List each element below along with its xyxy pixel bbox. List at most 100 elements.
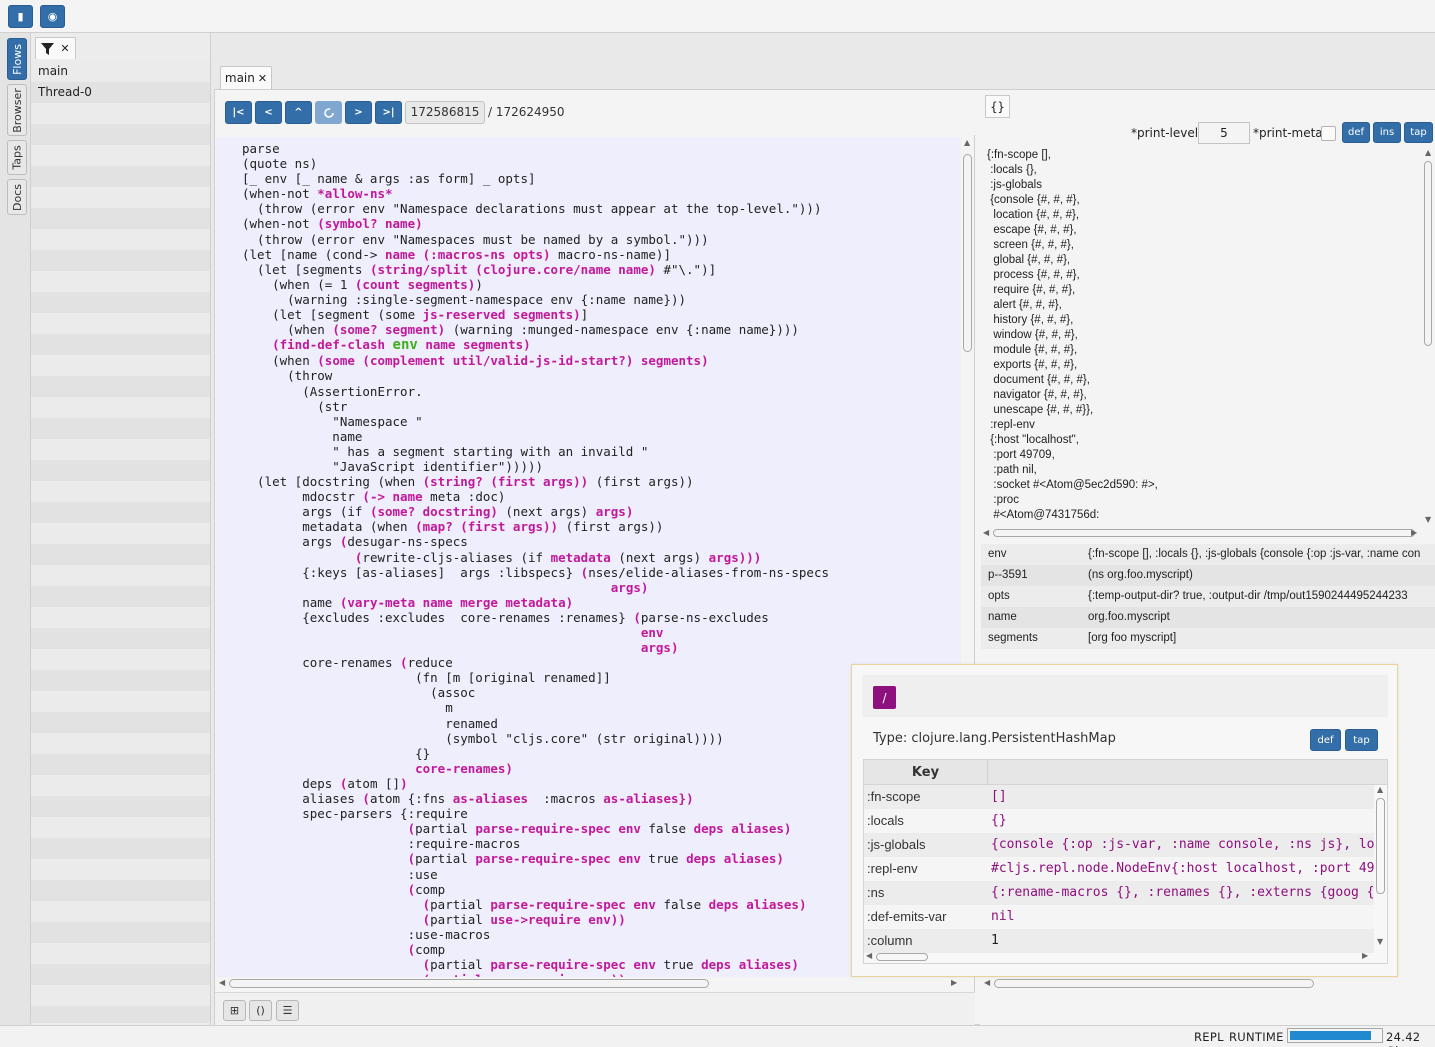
value-line: unescape {#, #, #}}, (987, 404, 1094, 416)
row-value[interactable]: [] (991, 785, 1007, 809)
code-token[interactable]: (some (complement util/valid-js-id-start… (317, 353, 708, 368)
code-token[interactable]: env (641, 625, 664, 640)
code-token[interactable]: (vary-meta name merge metadata) (340, 595, 573, 610)
local-row[interactable]: p--3591 (ns org.foo.myscript) (981, 565, 1435, 586)
code-token[interactable]: (symbol? name) (317, 216, 422, 231)
step-out-button[interactable]: ^ (285, 101, 312, 124)
code-token[interactable]: metadata (551, 550, 611, 565)
prev-step-button[interactable]: < (255, 101, 282, 124)
code-token[interactable]: ( (408, 942, 416, 957)
def-button[interactable]: def (1342, 122, 1370, 143)
row-value[interactable]: {console {:op :js-var, :name console, :n… (991, 833, 1374, 857)
code-horizontal-scrollbar[interactable]: ◀ ▶ (216, 977, 961, 990)
tab-flows[interactable]: Flows (7, 38, 27, 80)
close-icon[interactable]: ✕ (60, 42, 69, 55)
row-value[interactable]: {} (991, 809, 1007, 833)
code-token[interactable]: deps aliases) (686, 851, 784, 866)
print-level-input[interactable]: 5 (1198, 122, 1250, 144)
local-row[interactable]: segments [org foo myscript] (981, 628, 1435, 649)
code-token[interactable]: args) (596, 504, 634, 519)
breadcrumb-root-button[interactable]: / (873, 686, 896, 709)
local-row[interactable]: name org.foo.myscript (981, 607, 1435, 628)
map-vertical-scrollbar[interactable]: ▲ ▼ (1374, 785, 1387, 950)
code-token[interactable]: parse-require-spec env (490, 897, 656, 912)
code-token[interactable]: (map? (first args)) (415, 519, 558, 534)
code-token[interactable]: args) (611, 580, 649, 595)
print-meta-checkbox[interactable] (1321, 126, 1336, 141)
table-row[interactable]: :def-emits-var nil (864, 905, 1374, 929)
list-icon[interactable]: ☰ (276, 1000, 299, 1021)
code-token[interactable]: deps aliases) (701, 957, 799, 972)
code-token[interactable]: ( (633, 610, 641, 625)
code-token[interactable]: (-> name (362, 489, 422, 504)
code-token[interactable]: (some? segment) (332, 322, 445, 337)
locals-horizontal-scrollbar[interactable]: ◀ (981, 977, 1435, 990)
code-token[interactable]: ( (408, 882, 416, 897)
tab-docs[interactable]: Docs (7, 179, 27, 215)
code-token[interactable]: as-aliases (453, 791, 528, 806)
code-token[interactable]: ( (408, 851, 416, 866)
tab-browser[interactable]: Browser (7, 84, 27, 136)
code-token[interactable]: parse-require-spec env (475, 851, 641, 866)
table-row[interactable]: :locals {} (864, 809, 1374, 833)
threads-filter-tab[interactable]: ✕ (35, 37, 76, 59)
row-value[interactable]: {:rename-macros {}, :renames {}, :extern… (991, 881, 1374, 905)
code-token[interactable]: (string/split (clojure.core/name name) (370, 262, 656, 277)
local-row[interactable]: opts {:temp-output-dir? true, :output-dir… (981, 586, 1435, 607)
code-token[interactable]: args) (641, 640, 679, 655)
code-token[interactable]: js-reserved segments) (423, 307, 581, 322)
code-token[interactable]: parse-require-spec env (490, 957, 656, 972)
code-token[interactable]: deps aliases) (694, 821, 792, 836)
code-token[interactable]: ( (408, 821, 416, 836)
code-token[interactable]: use->require env)) (490, 912, 625, 927)
code-token[interactable]: (some? docstring) (370, 504, 498, 519)
refresh-icon[interactable] (315, 101, 342, 124)
tab-value[interactable]: {} (985, 95, 1010, 118)
code-token[interactable]: ) (400, 776, 408, 791)
code-token[interactable]: env (393, 337, 418, 353)
map-horizontal-scrollbar[interactable]: ◀ ▶ (864, 950, 1374, 963)
code-token[interactable]: as-aliases (603, 791, 678, 806)
tap-button[interactable]: tap (1404, 122, 1433, 143)
def-button[interactable]: def (1310, 729, 1341, 751)
code-token[interactable]: *allow-ns* (317, 186, 392, 201)
row-value[interactable]: #cljs.repl.node.NodeEnv{:host localhost,… (991, 857, 1374, 881)
table-row[interactable]: :repl-env #cljs.repl.node.NodeEnv{:host l… (864, 857, 1374, 881)
code-token[interactable]: name segments) (418, 337, 530, 352)
code-token[interactable]: name (385, 247, 415, 262)
table-row[interactable]: :fn-scope [] (864, 785, 1374, 809)
save-icon[interactable]: ▮ (8, 5, 33, 28)
tab-taps[interactable]: Taps (7, 140, 27, 175)
code-token[interactable]: (:macros-ns opts) (423, 247, 551, 262)
code-token[interactable]: ( (400, 655, 408, 670)
code-token[interactable]: ( (362, 791, 370, 806)
ins-button[interactable]: ins (1373, 122, 1401, 143)
value-horizontal-scrollbar[interactable]: ◀ ▶ (981, 527, 1421, 539)
tab-flow-main[interactable]: main ✕ (220, 66, 272, 89)
step-index-input[interactable]: 172586815 (405, 101, 485, 124)
record-icon[interactable]: ◉ (40, 5, 65, 28)
row-value[interactable]: nil (991, 905, 1014, 929)
code-token[interactable]: parse-require-spec env (475, 821, 641, 836)
local-row[interactable]: env {:fn-scope [], :locals {}, :js-global… (981, 544, 1435, 565)
close-icon[interactable]: ✕ (258, 72, 267, 85)
thread-item-main[interactable]: main (31, 61, 210, 82)
code-token[interactable]: (find-def-clash (272, 337, 392, 352)
first-step-button[interactable]: |< (225, 101, 252, 124)
code-token[interactable]: }) (679, 791, 694, 806)
code-token[interactable]: core-renames) (415, 761, 513, 776)
code-token[interactable]: (count segments) (355, 277, 475, 292)
last-step-button[interactable]: >| (375, 101, 402, 124)
code-token[interactable]: deps aliases) (709, 897, 807, 912)
code-token[interactable]: (string? (first args)) (423, 474, 589, 489)
code-token[interactable]: args))) (709, 550, 762, 565)
value-vertical-scrollbar[interactable]: ▲ ▼ (1421, 147, 1435, 527)
thread-item-thread-0[interactable]: Thread-0 (31, 82, 210, 103)
tree-icon[interactable]: ⊞ (223, 1000, 246, 1021)
table-row[interactable]: :js-globals {console {:op :js-var, :name … (864, 833, 1374, 857)
next-step-button[interactable]: > (345, 101, 372, 124)
code-line: (when (some (complement util/valid-js-id… (242, 353, 709, 368)
tap-button[interactable]: tap (1345, 729, 1378, 751)
parens-icon[interactable]: () (249, 1000, 272, 1021)
table-row[interactable]: :ns {:rename-macros {}, :renames {}, :ext… (864, 881, 1374, 905)
